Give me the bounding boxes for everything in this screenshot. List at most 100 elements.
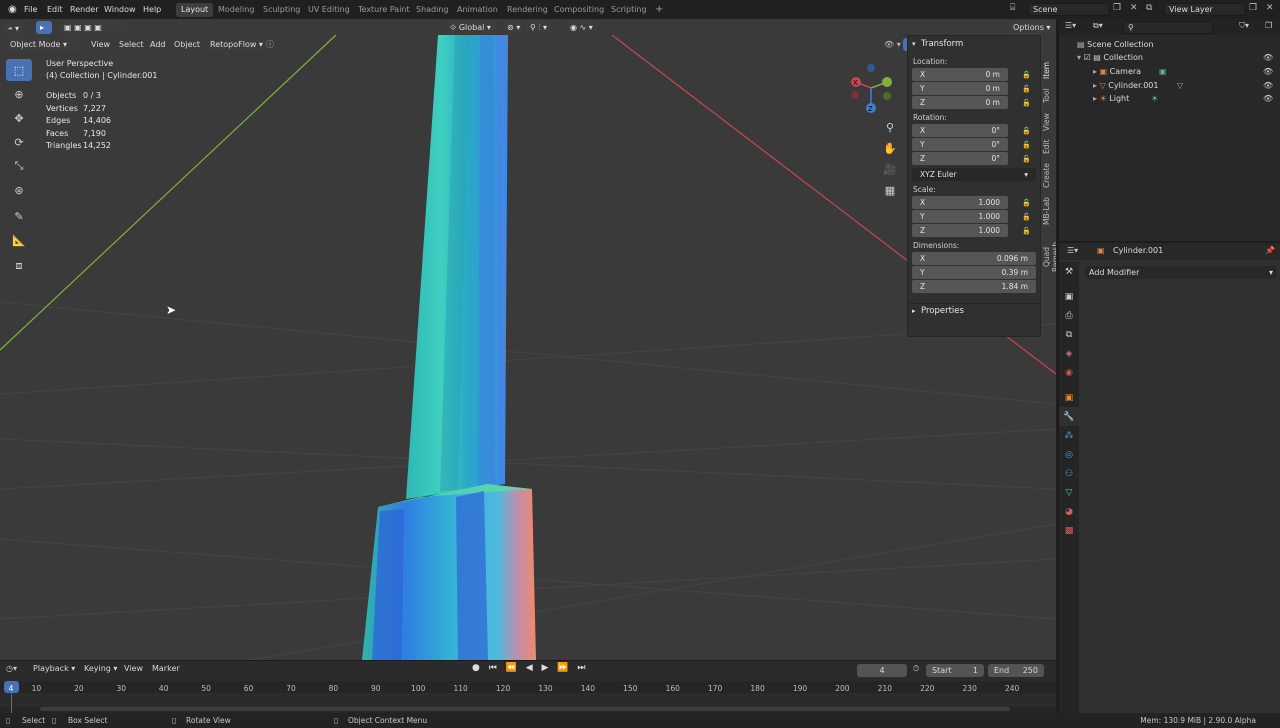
lock-icon[interactable]: 🔓 (1022, 155, 1031, 163)
visibility-icon[interactable]: 👁 ▾ (880, 38, 905, 51)
material-tab-icon[interactable]: ◕ (1059, 502, 1079, 521)
menu-help[interactable]: Help (140, 3, 164, 16)
cursor-tool-icon[interactable]: ⊕ (6, 83, 32, 105)
filter-icon[interactable]: ⛉▾ (1239, 21, 1249, 31)
tab-modeling[interactable]: Modeling (213, 3, 259, 17)
add-cube-tool-icon[interactable]: ⧈ (6, 255, 32, 277)
remove-scene-icon[interactable]: ✕ (1130, 3, 1138, 13)
eye-icon[interactable]: 👁 (1263, 65, 1273, 78)
scene-name-field[interactable]: Scene (1028, 3, 1110, 16)
menu-file[interactable]: File (21, 3, 40, 16)
tab-compositing[interactable]: Compositing (549, 3, 609, 17)
modifier-tab-icon[interactable]: 🔧 (1059, 407, 1079, 426)
object-tab-icon[interactable]: ▣ (1059, 388, 1079, 407)
lock-icon[interactable]: 🔓 (1022, 213, 1031, 221)
scale-x-field[interactable]: X 1.000 🔓 (912, 196, 1031, 209)
npanel-tab-edit[interactable]: Edit (1042, 137, 1056, 157)
transform-orientation[interactable]: ⟐ Global ▾ (446, 21, 498, 34)
eye-icon[interactable]: 👁 (1263, 79, 1273, 92)
measure-tool-icon[interactable]: 📐 (6, 229, 32, 251)
3d-viewport[interactable]: ⌖ ▾ ▸ ▣ ▣ ▣ ▣ Object Mode ▾ View Select … (0, 19, 1056, 660)
lock-icon[interactable]: 🔓 (1022, 227, 1031, 235)
view-layer-field[interactable]: View Layer (1164, 3, 1246, 16)
lock-icon[interactable]: 🔓 (1022, 199, 1031, 207)
help-icon[interactable]: ⓘ (262, 38, 278, 51)
menu-playback[interactable]: Playback ▾ (33, 664, 75, 673)
navigation-gizmo[interactable]: X Z (846, 60, 896, 116)
options-dropdown[interactable]: Options ▾ (1009, 21, 1055, 34)
texture-tab-icon[interactable]: ▩ (1059, 521, 1079, 540)
npanel-tab-create[interactable]: Create (1042, 162, 1056, 190)
pin-icon[interactable]: 📌 (1265, 246, 1275, 255)
tool-tab-icon[interactable]: ⚒ (1059, 262, 1079, 281)
display-mode-icon[interactable]: ⧉▾ (1093, 21, 1103, 31)
menu-edit[interactable]: Edit (44, 3, 66, 16)
outliner-row-scene-collection[interactable]: ▤ Scene Collection (1059, 38, 1280, 51)
tab-texture-paint[interactable]: Texture Paint (353, 3, 415, 17)
mode-selector[interactable]: Object Mode ▾ (6, 38, 82, 51)
npanel-tab-quad-remesh[interactable]: Quad Remesh (1042, 232, 1056, 282)
retopoflow-menu[interactable]: RetopoFlow ▾ (206, 38, 267, 51)
world-tab-icon[interactable]: ◉ (1059, 363, 1079, 382)
new-collection-icon[interactable]: ❐ (1265, 21, 1272, 30)
checkbox-icon[interactable]: ☑ (1084, 53, 1094, 62)
snap-icon[interactable]: ⚲ ⫶ ▾ (526, 21, 551, 34)
rotation-y-field[interactable]: Y 0° 🔓 (912, 138, 1031, 151)
tab-shading[interactable]: Shading (411, 3, 454, 17)
zoom-icon[interactable]: ⚲ (882, 117, 898, 138)
eye-icon[interactable]: 👁 (1263, 92, 1273, 105)
output-tab-icon[interactable]: ⎙ (1059, 306, 1079, 325)
menu-view[interactable]: View (124, 664, 143, 673)
lock-icon[interactable]: 🔓 (1022, 141, 1031, 149)
pan-hand-icon[interactable]: ✋ (882, 138, 898, 159)
select-tool-icon[interactable]: ▸ (36, 21, 52, 34)
rotation-z-field[interactable]: Z 0° 🔓 (912, 152, 1031, 165)
new-view-layer-icon[interactable]: ❐ (1249, 3, 1257, 13)
select-box-tool-icon[interactable]: ⬚ (6, 59, 32, 81)
particles-tab-icon[interactable]: ⁂ (1059, 426, 1079, 445)
npanel-tab-tool[interactable]: Tool (1042, 85, 1056, 107)
annotate-tool-icon[interactable]: ✎ (6, 205, 32, 227)
outliner-search-input[interactable]: ⚲ (1123, 21, 1213, 34)
menu-select[interactable]: Select (115, 38, 148, 51)
scale-tool-icon[interactable]: ⤡ (6, 155, 32, 177)
transform-panel-header[interactable]: ▾ Transform (908, 37, 1040, 51)
constraints-tab-icon[interactable]: ⚇ (1059, 464, 1079, 483)
tab-sculpting[interactable]: Sculpting (258, 3, 305, 17)
camera-view-icon[interactable]: 🎥 (882, 159, 898, 180)
end-frame-field[interactable]: End 250 (988, 664, 1044, 677)
viewport-scene[interactable] (0, 19, 1056, 660)
tab-uv-editing[interactable]: UV Editing (303, 3, 355, 17)
properties-panel-header[interactable]: ▸ Properties (908, 303, 1040, 317)
location-z-field[interactable]: Z 0 m 🔓 (912, 96, 1031, 109)
current-frame-field[interactable]: 4 (857, 664, 907, 677)
eye-icon[interactable]: 👁 (1263, 51, 1273, 64)
pivot-icon[interactable]: ⊚ ▾ (503, 21, 525, 34)
remove-view-layer-icon[interactable]: ✕ (1266, 3, 1274, 13)
menu-add[interactable]: Add (146, 38, 170, 51)
scale-z-field[interactable]: Z 1.000 🔓 (912, 224, 1031, 237)
dimensions-x-field[interactable]: X 0.096 m (912, 252, 1036, 265)
timeline-track[interactable] (0, 693, 1056, 707)
location-x-field[interactable]: X 0 m 🔓 (912, 68, 1031, 81)
outliner-row-cylinder[interactable]: ▸ ▽ Cylinder.001 ▽ 👁 (1059, 79, 1280, 92)
lock-icon[interactable]: 🔓 (1022, 85, 1031, 93)
proportional-edit-icon[interactable]: ◉ ∿ ▾ (566, 21, 597, 34)
editor-type-icon[interactable]: ☰▾ (1067, 246, 1078, 255)
rotation-x-field[interactable]: X 0° 🔓 (912, 124, 1031, 137)
menu-window[interactable]: Window (101, 3, 139, 16)
add-modifier-dropdown[interactable]: Add Modifier ▾ (1085, 266, 1277, 279)
dimensions-y-field[interactable]: Y 0.39 m (912, 266, 1036, 279)
clock-icon[interactable]: ⏱ (913, 664, 919, 674)
menu-marker[interactable]: Marker (152, 664, 180, 673)
menu-keying[interactable]: Keying ▾ (84, 664, 117, 673)
render-tab-icon[interactable]: ▣ (1059, 287, 1079, 306)
outliner-row-camera[interactable]: ▸ ▣ Camera ▣ 👁 (1059, 65, 1280, 78)
menu-object[interactable]: Object (170, 38, 204, 51)
editor-type-icon[interactable]: ☰▾ (1065, 21, 1076, 30)
outliner-row-light[interactable]: ▸ ☀ Light ☀ 👁 (1059, 92, 1280, 105)
move-tool-icon[interactable]: ✥ (6, 107, 32, 129)
editor-type-icon[interactable]: ⌖ ▾ (4, 22, 24, 35)
npanel-tab-view[interactable]: View (1042, 110, 1056, 134)
timeline-scrollbar[interactable] (40, 707, 1010, 711)
